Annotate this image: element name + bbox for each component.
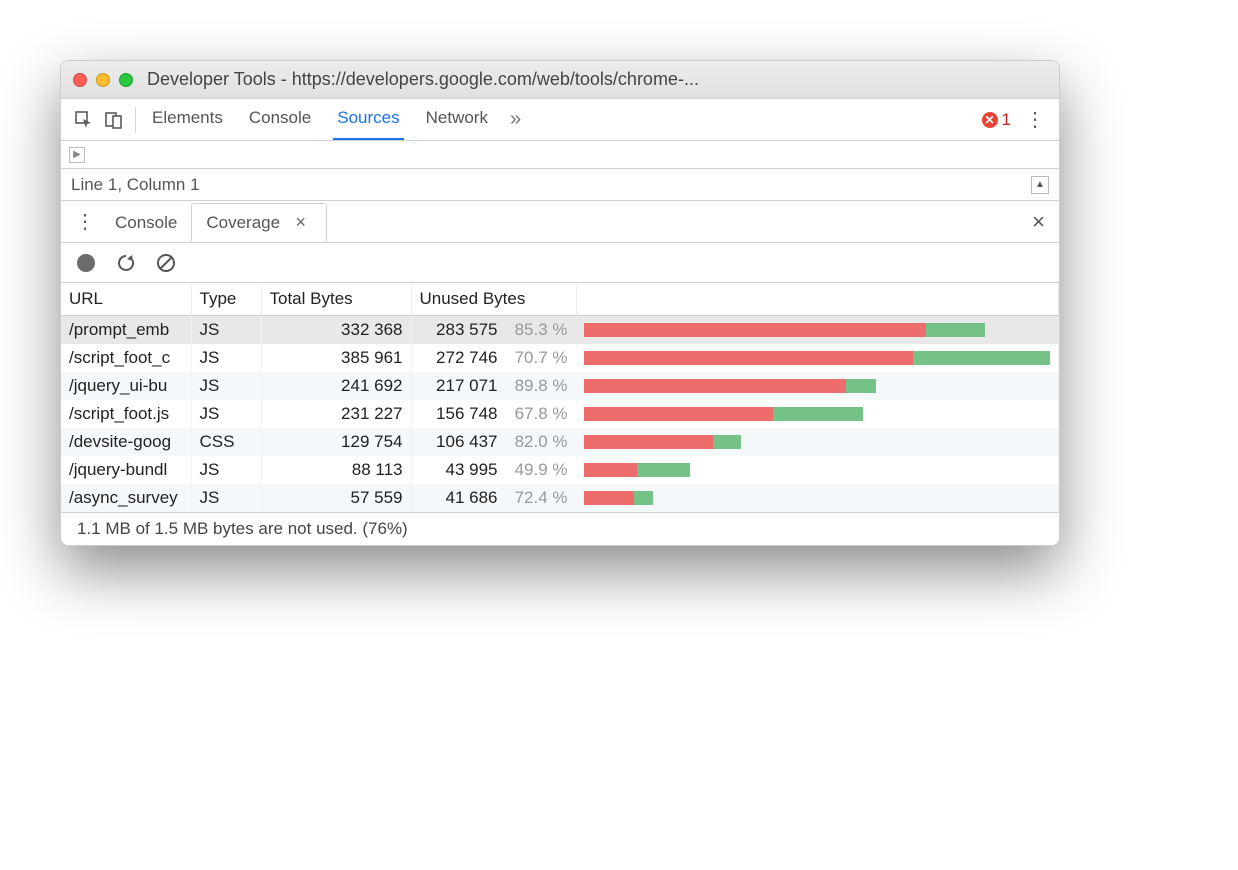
cell-url: /prompt_emb [61,316,191,345]
cell-bar [576,344,1059,372]
cell-type: JS [191,316,261,345]
cell-total: 129 754 [261,428,411,456]
table-row[interactable]: /jquery-bundlJS88 11343 99549.9 % [61,456,1059,484]
more-tabs-icon[interactable]: » [510,108,521,131]
error-badge[interactable]: ✕ 1 [982,110,1011,130]
devtools-window: Developer Tools - https://developers.goo… [60,60,1060,546]
header-unused[interactable]: Unused Bytes [411,283,576,316]
device-toolbar-icon[interactable] [99,105,129,135]
cursor-position: Line 1, Column 1 [71,175,200,195]
collapse-editor-icon[interactable]: ▲ [1031,176,1049,194]
error-icon: ✕ [982,112,998,128]
drawer-tab-console[interactable]: Console [101,205,191,241]
clear-button[interactable] [153,250,179,276]
window-title: Developer Tools - https://developers.goo… [147,69,699,90]
cell-unused: 41 68672.4 % [412,484,577,512]
header-total[interactable]: Total Bytes [261,283,411,316]
navigator-toggle-icon[interactable]: ▶ [69,147,85,163]
cell-total: 88 113 [261,456,411,484]
cell-url: /jquery-bundl [61,456,191,484]
drawer-close-icon[interactable]: × [1026,209,1051,235]
header-type[interactable]: Type [191,283,261,316]
cell-url: /devsite-goog [61,428,191,456]
table-row[interactable]: /prompt_embJS332 368283 57585.3 % [61,316,1059,345]
tab-network[interactable]: Network [422,100,492,140]
maximize-window-button[interactable] [119,73,133,87]
cell-total: 57 559 [261,484,411,512]
coverage-toolbar [61,243,1059,283]
drawer-tabs: ⋮ Console Coverage × × [61,201,1059,243]
cell-url: /script_foot_c [61,344,191,372]
cell-bar [576,316,1059,345]
cell-bar [576,372,1059,400]
main-toolbar: Elements Console Sources Network » ✕ 1 ⋮ [61,99,1059,141]
titlebar: Developer Tools - https://developers.goo… [61,61,1059,99]
minimize-window-button[interactable] [96,73,110,87]
table-row[interactable]: /script_foot.jsJS231 227156 74867.8 % [61,400,1059,428]
cell-unused: 43 99549.9 % [412,456,577,484]
header-bar[interactable] [576,283,1059,316]
error-count: 1 [1002,110,1011,130]
cell-unused: 106 43782.0 % [412,428,577,456]
coverage-footer: 1.1 MB of 1.5 MB bytes are not used. (76… [61,512,1059,545]
traffic-lights [73,73,133,87]
cell-bar [576,428,1059,456]
tab-sources[interactable]: Sources [333,100,403,140]
cell-bar [576,484,1059,512]
cell-bar [576,456,1059,484]
cell-type: JS [191,484,261,512]
record-icon [77,254,95,272]
cell-total: 332 368 [261,316,411,345]
inspect-element-icon[interactable] [69,105,99,135]
tab-console[interactable]: Console [245,100,315,140]
cell-unused: 283 57585.3 % [412,316,577,344]
coverage-table: URL Type Total Bytes Unused Bytes /promp… [61,283,1059,512]
table-row[interactable]: /async_surveyJS57 55941 68672.4 % [61,484,1059,512]
cell-type: JS [191,456,261,484]
settings-menu-icon[interactable]: ⋮ [1019,107,1051,132]
cell-unused: 272 74670.7 % [412,344,577,372]
cell-type: JS [191,400,261,428]
header-url[interactable]: URL [61,283,191,316]
cell-total: 241 692 [261,372,411,400]
panel-tabs: Elements Console Sources Network » [148,100,982,140]
editor-status-line: Line 1, Column 1 ▲ [61,169,1059,201]
cell-url: /async_survey [61,484,191,512]
cell-type: JS [191,372,261,400]
cell-type: JS [191,344,261,372]
cell-url: /script_foot.js [61,400,191,428]
tab-elements[interactable]: Elements [148,100,227,140]
table-row[interactable]: /jquery_ui-buJS241 692217 07189.8 % [61,372,1059,400]
editor-tabstrip: ▶ [61,141,1059,169]
record-button[interactable] [73,250,99,276]
cell-unused: 217 07189.8 % [412,372,577,400]
cell-bar [576,400,1059,428]
table-header-row: URL Type Total Bytes Unused Bytes [61,283,1059,316]
table-row[interactable]: /script_foot_cJS385 961272 74670.7 % [61,344,1059,372]
close-tab-icon[interactable]: × [290,212,313,232]
table-row[interactable]: /devsite-googCSS129 754106 43782.0 % [61,428,1059,456]
cell-unused: 156 74867.8 % [412,400,577,428]
separator [135,107,136,133]
cell-url: /jquery_ui-bu [61,372,191,400]
drawer-menu-icon[interactable]: ⋮ [69,209,101,234]
drawer-tab-coverage[interactable]: Coverage × [191,203,327,242]
drawer-tab-coverage-label: Coverage [206,213,280,232]
close-window-button[interactable] [73,73,87,87]
cell-total: 231 227 [261,400,411,428]
reload-button[interactable] [113,250,139,276]
cell-type: CSS [191,428,261,456]
cell-total: 385 961 [261,344,411,372]
